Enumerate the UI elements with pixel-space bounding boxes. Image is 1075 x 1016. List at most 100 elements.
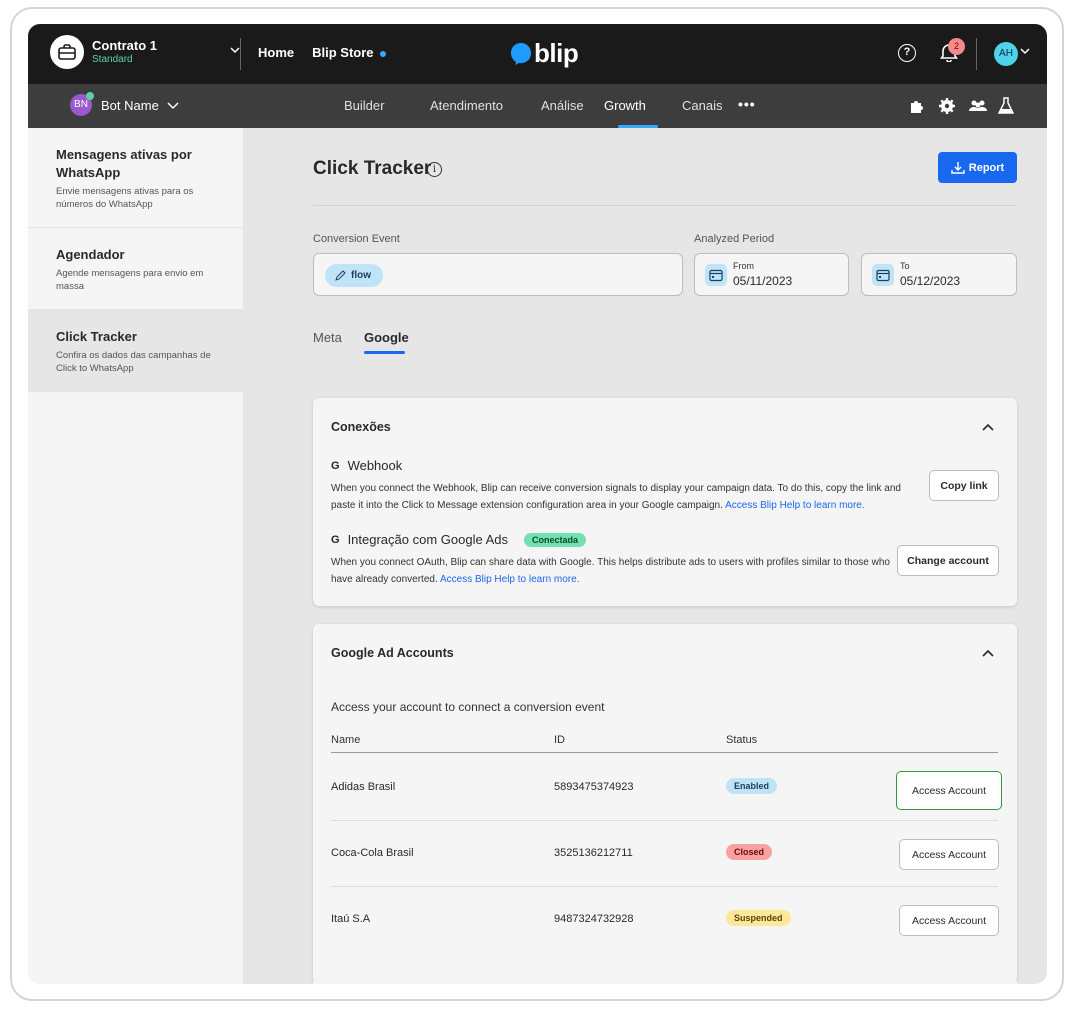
sidebar-item-title: Click Tracker xyxy=(56,329,137,344)
report-label: Report xyxy=(968,161,1005,174)
webhook-help-link[interactable]: Access Blip Help to learn more. xyxy=(725,500,865,511)
sidebar-item-desc: Envie mensagens ativas para os números d… xyxy=(56,186,194,210)
divider xyxy=(240,38,241,70)
account-name: Adidas Brasil xyxy=(331,781,396,793)
main-content: Click Tracker i Report Conversion Event … xyxy=(243,128,1047,984)
google-ads-help-link[interactable]: Access Blip Help to learn more. xyxy=(440,574,580,585)
info-icon[interactable]: i xyxy=(427,162,442,177)
top-bar: Contrato 1 Standard Home Blip Store blip… xyxy=(28,24,1047,84)
status-badge: Suspended xyxy=(726,910,791,926)
team-icon[interactable] xyxy=(968,97,988,115)
sidebar-item-mensagens-ativas[interactable]: Mensagens ativas por WhatsApp Envie mens… xyxy=(28,128,243,228)
bot-selector[interactable]: BN Bot Name xyxy=(70,92,179,116)
google-ads-title: Integração com Google Ads xyxy=(347,532,508,547)
webhook-title: Webhook xyxy=(347,458,403,473)
connections-card: Conexões G Webhook When you connect the … xyxy=(313,398,1017,606)
bot-name: Bot Name xyxy=(101,97,159,113)
blip-bubble-icon xyxy=(511,42,531,65)
calendar-icon xyxy=(705,264,727,286)
sidebar-item-desc: Confira os dados das campanhas de Click … xyxy=(56,350,211,374)
google-icon: G xyxy=(331,459,340,472)
tab-meta[interactable]: Meta xyxy=(313,330,342,345)
google-ads-title-row: G Integração com Google Ads Conectada xyxy=(331,532,587,547)
column-header-id: ID xyxy=(554,734,565,746)
table-row: Adidas Brasil 5893475374923 Enabled Acce… xyxy=(331,755,1002,821)
from-value: 05/11/2023 xyxy=(733,274,793,288)
bot-initials: BN xyxy=(74,99,88,110)
tab-google[interactable]: Google xyxy=(364,330,409,345)
bot-nav-bar: BN Bot Name Builder Atendimento Análise … xyxy=(28,84,1047,128)
active-tab-indicator xyxy=(364,351,405,354)
chevron-down-icon[interactable] xyxy=(1020,46,1030,56)
access-account-button[interactable]: Access Account xyxy=(899,839,999,870)
chevron-up-icon[interactable] xyxy=(981,420,995,434)
calendar-icon xyxy=(872,264,894,286)
conversion-event-label: Conversion Event xyxy=(313,233,400,245)
status-badge: Enabled xyxy=(726,778,778,794)
access-account-button[interactable]: Access Account xyxy=(899,905,999,936)
nav-blip-store[interactable]: Blip Store xyxy=(312,45,386,60)
app-screen: Contrato 1 Standard Home Blip Store blip… xyxy=(28,24,1047,984)
sidebar: Mensagens ativas por WhatsApp Envie mens… xyxy=(28,128,243,984)
help-icon[interactable]: ? xyxy=(898,44,916,62)
chevron-down-icon[interactable] xyxy=(230,45,240,55)
user-avatar[interactable]: AH xyxy=(994,42,1018,66)
conversion-event-field[interactable]: flow xyxy=(313,253,683,296)
account-id: 3525136212711 xyxy=(554,847,633,859)
blip-logo[interactable]: blip xyxy=(510,38,579,69)
status-badge: Closed xyxy=(726,844,773,860)
more-icon[interactable]: ••• xyxy=(738,96,756,112)
table-row: Itaú S.A 9487324732928 Suspended Access … xyxy=(331,887,999,953)
puzzle-icon[interactable] xyxy=(908,97,926,115)
connections-title: Conexões xyxy=(331,420,391,434)
sidebar-item-agendador[interactable]: Agendador Agende mensagens para envio em… xyxy=(28,228,243,310)
chevron-up-icon[interactable] xyxy=(981,646,995,660)
flow-chip[interactable]: flow xyxy=(325,264,383,287)
nav-growth[interactable]: Growth xyxy=(604,98,646,113)
flow-chip-label: flow xyxy=(351,270,371,281)
change-account-button[interactable]: Change account xyxy=(897,545,999,576)
nav-canais[interactable]: Canais xyxy=(682,98,722,113)
nav-builder[interactable]: Builder xyxy=(344,98,384,113)
to-value: 05/12/2023 xyxy=(900,274,961,288)
to-label: To xyxy=(900,261,910,271)
status-badge: Conectada xyxy=(524,532,587,547)
account-id: 5893475374923 xyxy=(554,781,634,793)
copy-link-button[interactable]: Copy link xyxy=(929,470,999,501)
access-account-button[interactable]: Access Account xyxy=(896,771,1002,810)
nav-analise[interactable]: Análise xyxy=(541,98,584,113)
google-ads-description: When you connect OAuth, Blip can share d… xyxy=(331,554,891,588)
download-icon xyxy=(951,161,965,174)
nav-blip-store-label: Blip Store xyxy=(312,45,374,60)
webhook-title-row: G Webhook xyxy=(331,458,402,473)
contract-selector[interactable]: Contrato 1 Standard xyxy=(50,35,240,69)
flask-icon[interactable] xyxy=(998,97,1014,115)
contract-name: Contrato 1 xyxy=(92,38,157,53)
from-date-field[interactable]: From 05/11/2023 xyxy=(694,253,849,296)
webhook-description: When you connect the Webhook, Blip can r… xyxy=(331,480,921,514)
analyzed-period-label: Analyzed Period xyxy=(694,233,775,245)
google-ads-text: When you connect OAuth, Blip can share d… xyxy=(331,557,890,585)
gear-icon[interactable] xyxy=(938,97,956,115)
account-name: Coca-Cola Brasil xyxy=(331,847,414,859)
online-dot-icon xyxy=(86,92,94,100)
account-name: Itaú S.A xyxy=(331,913,371,925)
sidebar-item-title: Agendador xyxy=(56,247,125,262)
sidebar-item-click-tracker[interactable]: Click Tracker Confira os dados das campa… xyxy=(28,310,243,392)
google-ad-accounts-card: Google Ad Accounts Access your account t… xyxy=(313,624,1017,983)
column-header-status: Status xyxy=(726,734,758,746)
pencil-icon xyxy=(335,270,346,281)
briefcase-icon xyxy=(50,35,84,69)
nav-atendimento[interactable]: Atendimento xyxy=(430,98,503,113)
table-row: Coca-Cola Brasil 3525136212711 Closed Ac… xyxy=(331,821,999,887)
to-date-field[interactable]: To 05/12/2023 xyxy=(861,253,1017,296)
top-nav: Home Blip Store xyxy=(258,45,386,60)
accounts-title: Google Ad Accounts xyxy=(331,646,454,660)
table-header-divider xyxy=(331,752,998,753)
new-dot-icon xyxy=(379,50,386,57)
logo-text: blip xyxy=(534,38,579,68)
account-id: 9487324732928 xyxy=(554,913,634,925)
report-button[interactable]: Report xyxy=(938,152,1017,183)
nav-home[interactable]: Home xyxy=(258,45,294,60)
notification-badge: 2 xyxy=(948,38,965,55)
